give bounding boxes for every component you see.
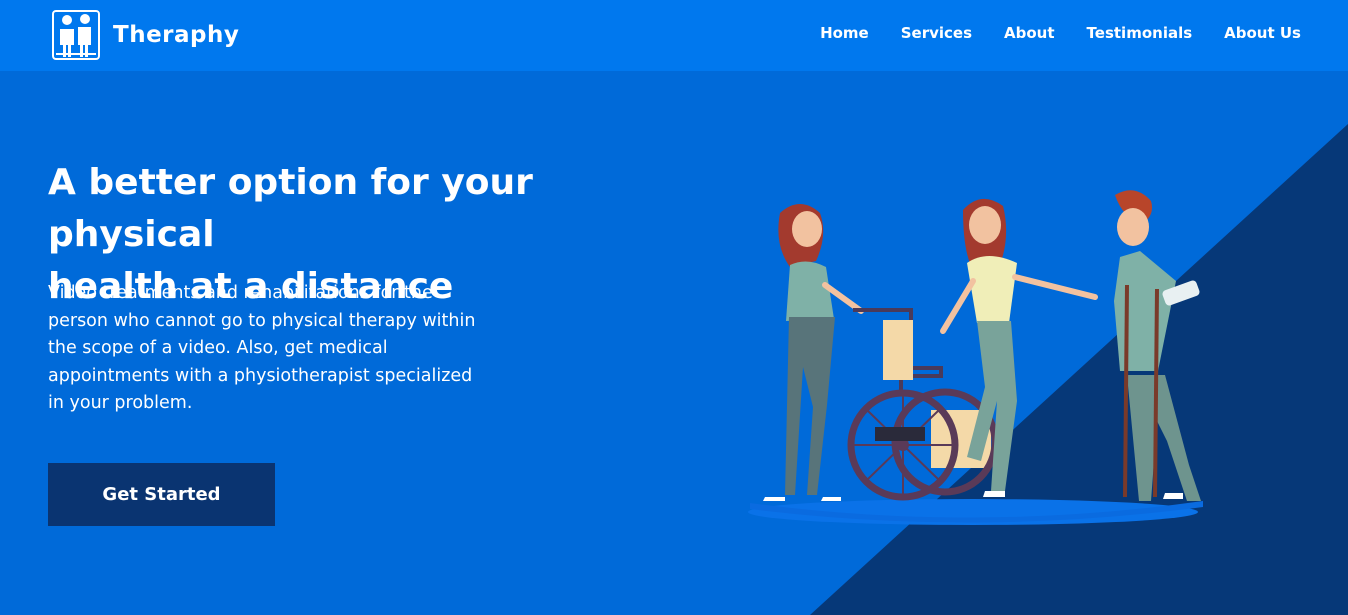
brand-link[interactable]: Theraphy bbox=[52, 10, 239, 60]
nav-about-us[interactable]: About Us bbox=[1224, 24, 1301, 42]
main-nav: Home Services About Testimonials About U… bbox=[788, 24, 1301, 42]
brand-name: Theraphy bbox=[113, 22, 240, 48]
therapy-people-icon bbox=[52, 10, 100, 60]
physiotherapy-team-illustration bbox=[748, 190, 1203, 525]
nav-services[interactable]: Services bbox=[901, 24, 972, 42]
hero-description: Video treatments and rehabilitations for… bbox=[48, 283, 476, 413]
patient-man-figure bbox=[1114, 190, 1201, 501]
nav-home[interactable]: Home bbox=[820, 24, 869, 42]
wheelchair-figure bbox=[847, 308, 999, 501]
hero-title-line-1: A better option for your physical bbox=[48, 162, 533, 255]
nav-testimonials[interactable]: Testimonials bbox=[1087, 24, 1193, 42]
nav-about[interactable]: About bbox=[1004, 24, 1055, 42]
get-started-button[interactable]: Get Started bbox=[48, 463, 275, 526]
top-navbar: Theraphy Home Services About Testimonial… bbox=[0, 0, 1348, 71]
nurse-figure bbox=[763, 204, 864, 501]
